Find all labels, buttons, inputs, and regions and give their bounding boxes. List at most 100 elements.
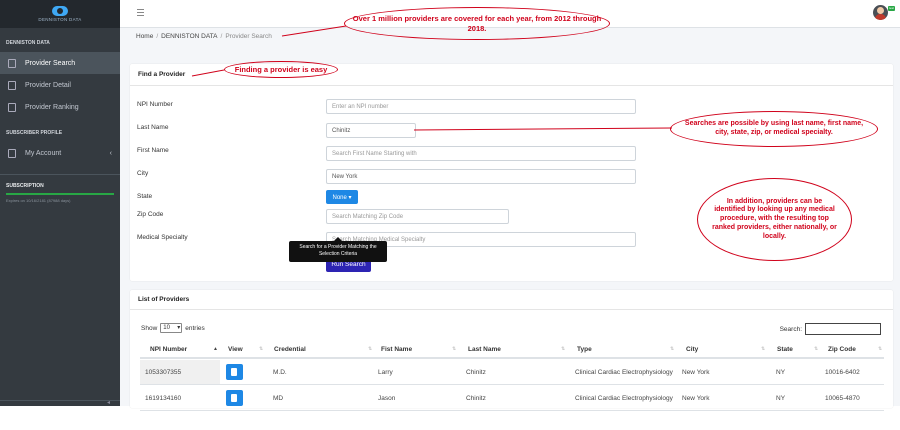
subscription-expiry: Expires on 10/16/2181 (87988 days) — [6, 198, 71, 203]
table-search: Search: — [780, 323, 881, 335]
breadcrumb-home[interactable]: Home — [136, 33, 153, 40]
search-input[interactable] — [805, 323, 881, 335]
cell-last-name: Chinitz — [466, 369, 486, 376]
state-label: State — [137, 193, 153, 200]
account-icon — [8, 148, 16, 158]
table-row: 1053307355 M.D. Larry Chinitz Clinical C… — [140, 360, 884, 385]
sort-asc-icon[interactable]: ▲ — [213, 346, 218, 352]
cell-state: NY — [776, 369, 786, 376]
sort-icon[interactable]: ⇅ — [561, 346, 565, 352]
cell-type: Clinical Cardiac Electrophysiology — [575, 369, 673, 376]
cell-state: NY — [776, 395, 786, 402]
breadcrumb-separator: / — [156, 33, 159, 40]
collapse-icon[interactable]: ◂ — [107, 399, 110, 406]
show-label: Show — [141, 324, 158, 332]
sidebar-item-my-account[interactable]: My Account ‹ — [0, 142, 120, 164]
column-type[interactable]: Type — [577, 346, 592, 353]
document-icon — [8, 58, 16, 68]
cell-type: Clinical Cardiac Electrophysiology — [575, 395, 673, 402]
sidebar-item-label: Provider Search — [25, 59, 76, 67]
view-button[interactable] — [226, 390, 243, 406]
entries-control: Show 10 entries — [141, 323, 205, 333]
sidebar-section-title: DENNISTON DATA — [6, 40, 50, 46]
column-state[interactable]: State — [777, 346, 793, 353]
menu-icon[interactable] — [137, 9, 144, 18]
document-icon — [231, 394, 237, 402]
chevron-left-icon: ‹ — [109, 149, 112, 157]
entries-label: entries — [185, 324, 205, 332]
entries-select[interactable]: 10 — [160, 323, 183, 333]
column-npi[interactable]: NPI Number — [150, 346, 187, 353]
sort-icon[interactable]: ⇅ — [761, 346, 765, 352]
cell-city: New York — [682, 395, 710, 402]
annotation-search-criteria: Searches are possible by using last name… — [670, 111, 878, 147]
subscription-panel: SUBSCRIPTION Expires on 10/16/2181 (8798… — [0, 174, 120, 211]
sidebar-item-label: My Account — [25, 149, 62, 157]
brand-logo[interactable]: DENNISTON DATA — [0, 0, 120, 28]
cell-last-name: Chinitz — [466, 395, 486, 402]
last-name-label: Last Name — [137, 124, 169, 131]
sidebar-item-provider-detail[interactable]: Provider Detail — [0, 74, 120, 96]
npi-label: NPI Number — [137, 101, 173, 108]
brand-name: DENNISTON DATA — [38, 17, 82, 22]
document-icon — [8, 80, 16, 90]
subscription-progress-bar — [6, 193, 114, 195]
thumbs-up-icon — [8, 102, 16, 112]
run-search-tooltip: Search for a Provider Matching the Selec… — [289, 237, 387, 262]
city-label: City — [137, 170, 149, 177]
list-title: List of Providers — [130, 290, 893, 310]
cell-city: New York — [682, 369, 710, 376]
annotation-procedure: In addition, providers can be identified… — [697, 178, 852, 261]
sidebar-item-label: Provider Ranking — [25, 103, 79, 111]
breadcrumb-section[interactable]: DENNISTON DATA — [161, 33, 217, 40]
sort-icon[interactable]: ⇅ — [670, 346, 674, 352]
cell-zip: 10065-4870 — [825, 395, 860, 402]
column-first-name[interactable]: Fist Name — [381, 346, 412, 353]
subscription-title: SUBSCRIPTION — [6, 183, 44, 189]
sidebar: DENNISTON DATA DENNISTON DATA Provider S… — [0, 0, 120, 406]
sidebar-item-label: Provider Detail — [25, 81, 71, 89]
zip-input[interactable]: Search Matching Zip Code — [326, 209, 509, 224]
breadcrumb-current: Provider Search — [225, 33, 272, 40]
cell-npi: 1619134160 — [145, 395, 182, 402]
sort-icon[interactable]: ⇅ — [814, 346, 818, 352]
specialty-label: Medical Specialty — [137, 234, 188, 241]
first-name-label: First Name — [137, 147, 169, 154]
avatar[interactable] — [873, 5, 888, 20]
document-icon — [231, 368, 237, 376]
avatar-badge: test — [888, 6, 895, 11]
sidebar-item-provider-ranking[interactable]: Provider Ranking — [0, 96, 120, 118]
sort-icon[interactable]: ⇅ — [452, 346, 456, 352]
table-header: NPI Number ▲ View ⇅ Credential ⇅ Fist Na… — [140, 341, 884, 359]
zip-label: Zip Code — [137, 211, 164, 218]
breadcrumb-separator: / — [220, 33, 223, 40]
sort-icon[interactable]: ⇅ — [368, 346, 372, 352]
annotation-coverage: Over 1 million providers are covered for… — [344, 7, 610, 40]
npi-input[interactable]: Enter an NPI number — [326, 99, 636, 114]
sidebar-footer: ◂ — [0, 400, 120, 406]
column-zip[interactable]: Zip Code — [828, 346, 856, 353]
table-row: 1619134160 MD Jason Chinitz Clinical Car… — [140, 386, 884, 411]
column-view[interactable]: View — [228, 346, 243, 353]
annotation-easy: Finding a provider is easy — [224, 61, 338, 78]
sidebar-item-provider-search[interactable]: Provider Search — [0, 52, 120, 74]
column-credential[interactable]: Credential — [274, 346, 306, 353]
cell-zip: 10016-6402 — [825, 369, 860, 376]
cell-first-name: Jason — [378, 395, 396, 402]
sort-icon[interactable]: ⇅ — [878, 346, 882, 352]
view-button[interactable] — [226, 364, 243, 380]
state-dropdown[interactable]: None ▾ — [326, 190, 358, 204]
logo-icon — [52, 6, 68, 16]
column-city[interactable]: City — [686, 346, 698, 353]
city-input[interactable]: New York — [326, 169, 636, 184]
last-name-input[interactable]: Chinitz — [326, 123, 416, 138]
sort-icon[interactable]: ⇅ — [259, 346, 263, 352]
breadcrumb: Home / DENNISTON DATA / Provider Search — [136, 33, 272, 40]
column-last-name[interactable]: Last Name — [468, 346, 501, 353]
search-label: Search: — [779, 325, 802, 333]
cell-credential: M.D. — [273, 369, 287, 376]
cell-credential: MD — [273, 395, 284, 402]
sidebar-section-profile: SUBSCRIBER PROFILE — [6, 130, 63, 136]
cell-npi: 1053307355 — [145, 369, 182, 376]
first-name-input[interactable]: Search First Name Starting with — [326, 146, 636, 161]
